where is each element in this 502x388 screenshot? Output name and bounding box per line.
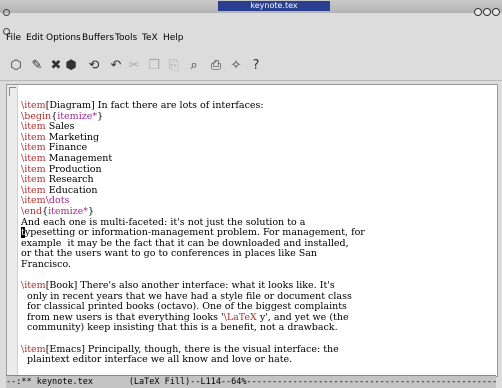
line-segment: \item [21,131,46,143]
emacs-window: keynote.tex File Edit Options Buffers To… [0,0,502,388]
line-segment: for classical printed books (octavo). On… [21,301,347,313]
undo-icon[interactable]: ↶ [108,58,124,74]
line-segment: \item [21,100,46,111]
line-segment: Research [45,174,94,186]
title-bar[interactable]: keynote.tex [0,0,502,35]
menu-options[interactable]: Options [46,33,81,43]
menu-edit[interactable]: Edit [26,33,43,43]
fringe [7,85,18,376]
print-icon[interactable]: ⎙ [208,58,224,74]
line-segment: \item [21,121,46,133]
buffer-line: plaintext editor interface we all know a… [21,354,493,366]
buffer-text[interactable]: \item[Diagram] In fact there are lots of… [21,100,493,366]
line-segment: Finance [45,142,88,154]
window-controls [473,1,500,20]
line-segment: \item [21,184,46,196]
maximize-icon[interactable] [483,8,491,16]
menu-help[interactable]: Help [163,33,184,43]
buffer-line: \item Education [21,184,493,197]
line-segment: ypesetting or information-management pro… [24,227,365,239]
line-segment: \item [21,195,46,207]
buffer-line: or that the users want to go to conferen… [21,249,493,260]
line-segment: itemize* [57,110,98,122]
line-segment: plaintext editor interface we all know a… [21,354,293,366]
line-segment: Production [45,163,102,175]
line-segment: Francisco. [21,258,72,270]
line-segment: \item [21,174,46,186]
search-icon[interactable]: ⌕ [186,58,202,74]
line-segment: \end [21,205,43,217]
open-file-icon[interactable]: ✎ [29,58,45,74]
line-segment: Sales [45,121,75,133]
line-segment: } [97,110,104,122]
line-segment: [Diagram] In fact there are lots of inte… [45,100,264,111]
copy-icon[interactable]: ❐ [146,58,162,74]
buffer-line: community) keep insisting that this is a… [21,323,493,334]
help-icon[interactable]: ? [248,58,264,74]
open-folder-icon[interactable]: ⬡ [8,58,24,74]
line-segment: \item [21,343,46,355]
mode-line: --:** keynote.tex (LaTeX Fill)--L114--64… [6,375,496,388]
line-segment: Marketing [45,131,100,143]
line-segment: Education [45,184,98,196]
line-segment: [Emacs] Principally, though, there is th… [45,343,339,355]
line-segment: from new users is that everything looks … [21,311,224,323]
line-segment: itemize* [48,205,88,217]
line-segment: \item [21,163,46,175]
buffer-line: \begin{itemize*} [21,110,493,123]
minimize-icon[interactable] [474,8,482,16]
close-window-icon[interactable] [492,8,500,16]
line-segment: Management [45,152,113,164]
paste-icon[interactable]: ⎘ [166,58,182,74]
line-segment: \item [21,142,46,154]
line-segment: \item [21,280,46,292]
menu-file[interactable]: File [6,33,21,43]
line-segment: \dots [45,195,70,207]
line-segment: [Book] There's also another interface: w… [45,280,335,292]
line-segment: or that the users want to go to conferen… [21,248,318,260]
menu-tools[interactable]: Tools [115,33,137,43]
close-icon[interactable]: ✖ [48,58,64,74]
line-segment: \item [21,152,46,164]
line-segment: } [87,205,95,217]
menu-buffers[interactable]: Buffers [82,33,114,43]
tools-icon[interactable]: ✧ [228,58,244,74]
cut-icon[interactable]: ✂ [126,58,142,74]
window-title: keynote.tex [218,1,330,11]
fringe-marker-icon [9,87,16,96]
toolbar: ⬡ ✎ ✖ ⬢ ⟲ ↶ ✂ ❐ ⎘ ⌕ ⎙ ✧? [0,52,502,81]
line-segment: community) keep insisting that this is a… [21,322,338,334]
line-segment: example it may be the fact that it can b… [21,237,349,249]
menu-tex[interactable]: TeX [142,33,158,43]
save-as-icon[interactable]: ⟲ [86,58,102,74]
line-segment: only in recent years that we have had a … [21,290,352,302]
save-icon[interactable]: ⬢ [63,58,79,74]
line-segment: And each one is multi-faceted: it's not … [21,216,306,228]
buffer-line: Francisco. [21,258,493,271]
menu-bar: File Edit Options Buffers Tools TeX Help [0,30,502,48]
line-segment: \LaTeX [223,311,257,323]
window-menu-icon[interactable] [3,1,17,35]
line-segment: \begin [21,110,52,122]
buffer-line: \item Marketing [21,131,493,144]
editor-pane[interactable]: \item[Diagram] In fact there are lots of… [6,84,498,377]
line-segment: y', and yet we (the [256,311,349,323]
